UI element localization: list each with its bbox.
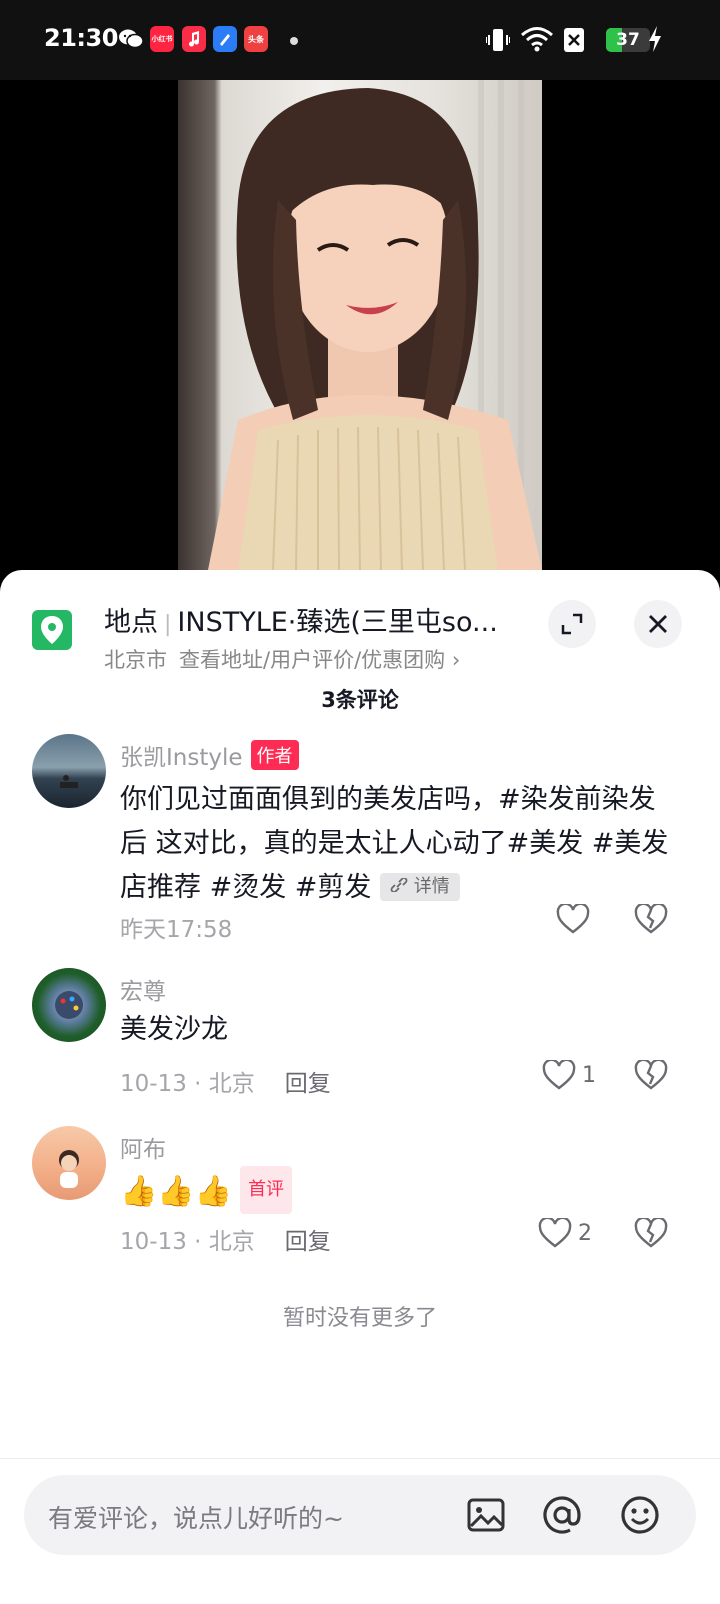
location-pin-icon — [32, 610, 72, 650]
expand-icon — [561, 613, 583, 635]
comment-text[interactable]: 👍👍👍 首评 — [120, 1166, 680, 1215]
like-button[interactable] — [556, 904, 596, 934]
dislike-button[interactable] — [634, 902, 668, 938]
location-label: 地点 — [104, 607, 158, 638]
comment-meta: 10-13 · 北京 回复 — [120, 1222, 331, 1256]
comment-text[interactable]: 你们见过面面俱到的美发店吗，#染发前染发后 这对比，真的是太让人心动了#美发 #… — [120, 778, 680, 910]
username-text: 张凯Instyle — [120, 745, 243, 771]
comment-meta: 昨天17:58 — [120, 910, 232, 944]
status-time: 21:30 — [44, 24, 118, 52]
location-subline[interactable]: 北京市 查看地址/用户评价/优惠团购 › — [104, 644, 460, 674]
browser-icon — [213, 26, 237, 52]
comment-username[interactable]: 阿布 — [120, 1130, 166, 1164]
location-title[interactable]: 地点 | INSTYLE·臻选(三里屯so... — [104, 600, 498, 639]
sim-off-icon — [564, 28, 584, 52]
comment-time: 昨天17:58 — [120, 917, 233, 943]
avatar[interactable] — [32, 968, 106, 1042]
emoji-icon[interactable] — [618, 1493, 662, 1537]
charging-icon — [648, 26, 662, 56]
comment-sheet: 地点 | INSTYLE·臻选(三里屯so... 北京市 查看地址/用户评价/优惠团购… — [0, 570, 720, 1604]
author-badge: 作者 — [250, 740, 299, 770]
expand-button[interactable] — [548, 600, 596, 648]
like-count: 2 — [578, 1220, 592, 1246]
detail-chip[interactable]: 详情 — [380, 873, 460, 901]
close-button[interactable] — [634, 600, 682, 648]
link-icon — [390, 877, 408, 893]
heart-icon — [542, 1060, 576, 1090]
comment-username[interactable]: 宏尊 — [120, 972, 166, 1006]
comment-username[interactable]: 张凯Instyle 作者 — [120, 738, 299, 772]
music-icon — [182, 26, 206, 52]
comment-date: 10-13 · 北京 — [120, 1229, 255, 1255]
heart-icon — [538, 1218, 572, 1248]
close-icon — [649, 615, 667, 633]
comment-meta: 10-13 · 北京 回复 — [120, 1064, 331, 1098]
video-frame — [178, 80, 542, 570]
first-comment-badge: 首评 — [240, 1166, 293, 1214]
dislike-button[interactable] — [634, 1058, 668, 1094]
chevron-right-icon: › — [451, 648, 461, 672]
battery-level: 37 — [616, 30, 640, 50]
title-divider: | — [164, 612, 172, 637]
heart-icon — [556, 904, 590, 934]
mention-icon[interactable] — [540, 1493, 584, 1537]
comment-input[interactable]: 有爱评论，说点儿好听的~ — [24, 1475, 696, 1555]
location-city: 北京市 — [104, 648, 167, 672]
comment-input-bar: 有爱评论，说点儿好听的~ — [0, 1458, 720, 1604]
detail-label: 详情 — [413, 876, 450, 897]
like-count: 1 — [582, 1062, 596, 1088]
avatar[interactable] — [32, 734, 106, 808]
location-name: INSTYLE·臻选(三里屯so... — [177, 607, 498, 638]
broken-heart-icon — [634, 902, 668, 934]
comment-count: 3条评论 — [321, 688, 399, 712]
status-bar: 21:30 小红书 头条 37 — [0, 0, 720, 80]
broken-heart-icon — [634, 1216, 668, 1248]
thumbs-up-emoji: 👍👍👍 — [120, 1174, 233, 1209]
xiaohongshu-icon: 小红书 — [150, 26, 174, 52]
wifi-icon — [520, 26, 554, 56]
portrait-illustration — [208, 80, 542, 570]
avatar[interactable] — [32, 1126, 106, 1200]
notification-dot — [290, 37, 298, 45]
reply-button[interactable]: 回复 — [285, 1229, 331, 1255]
input-placeholder: 有爱评论，说点儿好听的~ — [48, 1504, 344, 1533]
toutiao-icon: 头条 — [244, 26, 268, 52]
image-icon[interactable] — [464, 1493, 508, 1537]
video-player[interactable] — [0, 80, 720, 580]
reply-button[interactable]: 回复 — [285, 1071, 331, 1097]
broken-heart-icon — [634, 1058, 668, 1090]
battery-indicator: 37 — [606, 28, 650, 52]
comment-text[interactable]: 美发沙龙 — [120, 1008, 680, 1052]
vibrate-icon — [485, 27, 511, 57]
no-more-text: 暂时没有更多了 — [282, 1306, 437, 1331]
like-button[interactable]: 2 — [538, 1218, 592, 1248]
location-link: 查看地址/用户评价/优惠团购 — [179, 648, 446, 672]
dislike-button[interactable] — [634, 1216, 668, 1252]
comment-date: 10-13 · 北京 — [120, 1071, 255, 1097]
like-button[interactable]: 1 — [542, 1060, 596, 1090]
wechat-icon — [118, 26, 144, 52]
